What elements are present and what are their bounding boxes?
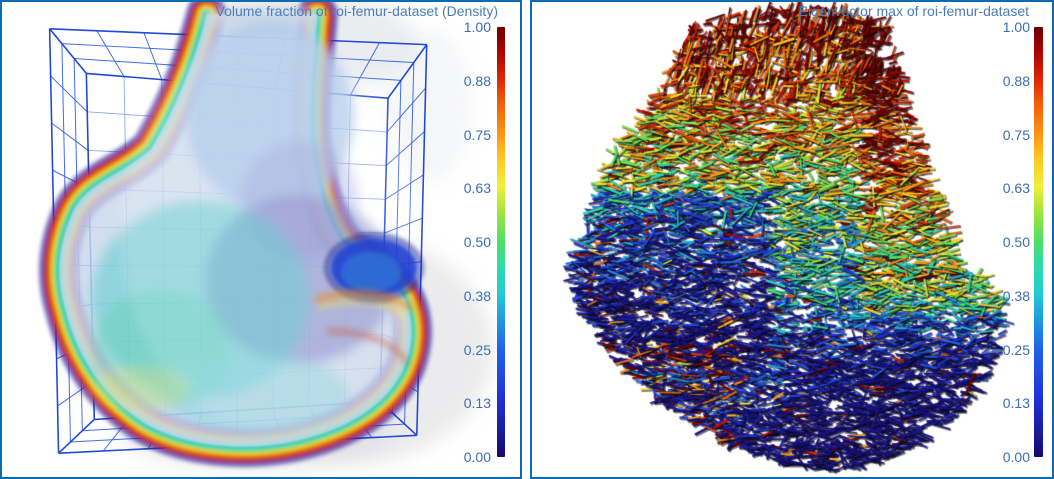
volume-rendering-viewport[interactable]: [2, 2, 520, 477]
glyph-field-viewport[interactable]: [532, 2, 1052, 477]
view-title-glyphs: Eigenvector max of roi-femur-dataset: [799, 3, 1029, 20]
view-title-volume: Volume fraction of roi-femur-dataset (De…: [216, 3, 498, 20]
render-view-glyphs: Eigenvector max of roi-femur-dataset 1.0…: [530, 0, 1054, 479]
dual-render-view-layout: Volume fraction of roi-femur-dataset (De…: [0, 0, 1054, 479]
render-view-volume: Volume fraction of roi-femur-dataset (De…: [0, 0, 522, 479]
